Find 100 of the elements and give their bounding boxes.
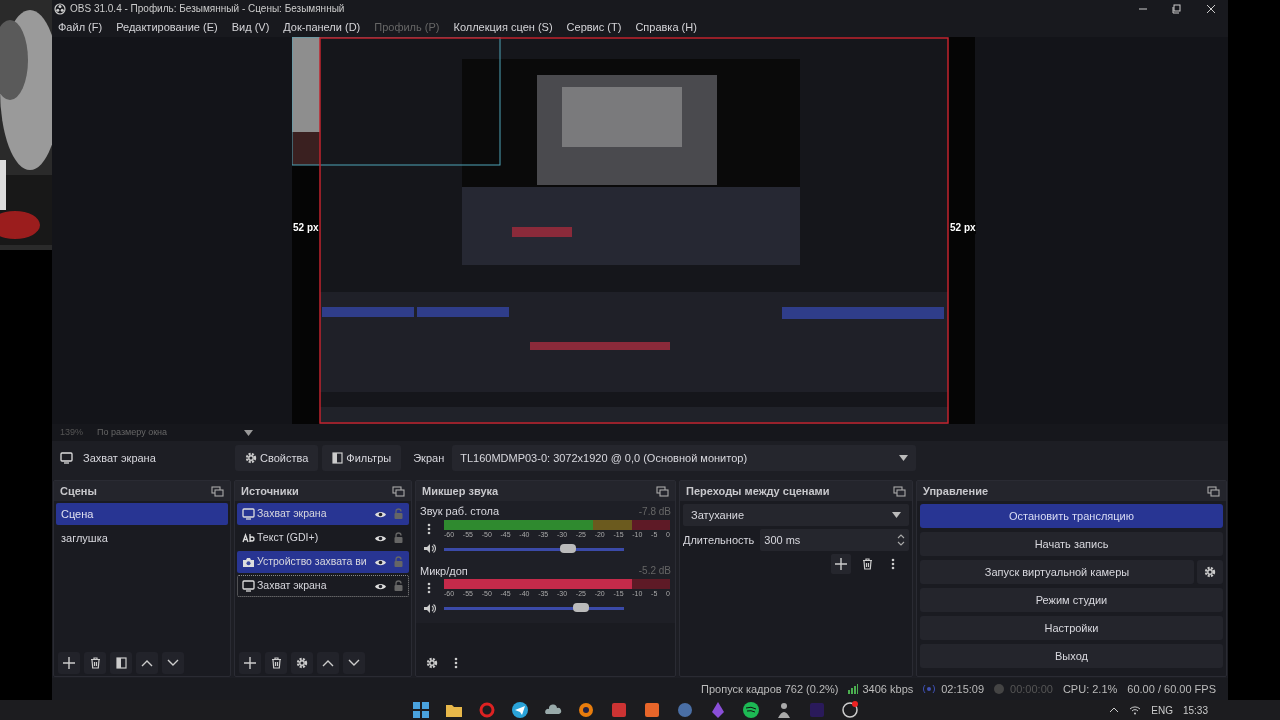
clock[interactable]: 15:33 <box>1182 702 1208 718</box>
menu-item[interactable]: Файл (F) <box>55 18 106 36</box>
source-item[interactable]: Устройство захвата ви <box>237 551 409 573</box>
down-button[interactable] <box>162 652 184 674</box>
taskbar-app-button[interactable] <box>511 701 529 719</box>
eye-icon <box>374 533 387 543</box>
plus-button[interactable] <box>831 554 851 574</box>
undock-icon <box>656 485 669 497</box>
undock-button[interactable] <box>656 485 669 497</box>
lock-icon <box>393 532 404 544</box>
gear-icon <box>296 657 308 669</box>
control-button[interactable]: Выход <box>920 644 1223 668</box>
virtual-camera-settings-button[interactable] <box>1197 560 1223 584</box>
undock-button[interactable] <box>211 485 224 497</box>
menu-item[interactable]: Коллекция сцен (S) <box>450 18 556 36</box>
stepper-icon <box>897 533 905 547</box>
gear-icon <box>1204 566 1216 578</box>
properties-button[interactable]: Свойства <box>235 445 319 471</box>
more-icon <box>427 522 431 535</box>
camera-icon <box>242 556 255 568</box>
chevron-up-icon <box>141 659 153 667</box>
control-button[interactable]: Режим студии <box>920 588 1223 612</box>
source-item[interactable]: Захват экрана <box>237 503 409 525</box>
control-button[interactable]: Остановить трансляцию <box>920 504 1223 528</box>
source-item[interactable]: Текст (GDI+) <box>237 527 409 549</box>
trash-button[interactable] <box>84 652 106 674</box>
menu-item[interactable]: Док-панели (D) <box>280 18 364 36</box>
transition-dropdown[interactable]: Затухание <box>683 504 909 526</box>
more-icon <box>427 582 431 594</box>
channel-reading: -7.8 dB <box>638 504 671 519</box>
taskbar-app-button[interactable] <box>742 701 760 719</box>
down-button[interactable] <box>343 652 365 674</box>
filter-button[interactable] <box>110 652 132 674</box>
speaker-icon <box>422 543 436 554</box>
paper-plane-icon <box>511 701 529 719</box>
control-button[interactable]: Настройки <box>920 616 1223 640</box>
lock-icon <box>393 508 404 520</box>
language-indicator[interactable]: ENG <box>1151 702 1173 718</box>
music-app-icon <box>742 701 760 719</box>
zoom-level: 139% <box>60 425 84 439</box>
caret-icon <box>899 455 909 461</box>
volume-slider[interactable] <box>444 542 624 555</box>
taskbar-app-button[interactable] <box>412 701 430 719</box>
speaker-icon <box>422 602 436 614</box>
caret-icon <box>244 429 254 436</box>
broadcast-icon <box>923 684 936 694</box>
chevron-down-icon <box>348 659 360 667</box>
app-icon <box>808 701 826 719</box>
dock-title: Сцены <box>60 483 97 499</box>
undock-icon <box>392 485 405 497</box>
scene-item[interactable]: заглушка <box>56 527 228 549</box>
monitor-icon <box>60 452 73 464</box>
app-icon <box>610 701 628 719</box>
display-dropdown[interactable]: TL160MDMP03-0: 3072x1920 @ 0,0 (Основной монитор) <box>452 445 917 471</box>
cpu-usage: CPU: 2.1% <box>1062 681 1118 697</box>
undock-button[interactable] <box>392 485 405 497</box>
taskbar-app-button[interactable] <box>577 701 595 719</box>
plus-button[interactable] <box>58 652 80 674</box>
channel-name: Звук раб. стола <box>420 504 500 519</box>
dock-title: Управление <box>923 483 988 499</box>
taskbar-app-button[interactable] <box>775 701 793 719</box>
eye-icon <box>374 509 387 519</box>
trash-button[interactable] <box>265 652 287 674</box>
plus-button[interactable] <box>239 652 261 674</box>
eye-icon <box>374 557 387 567</box>
up-button[interactable] <box>136 652 158 674</box>
stream-time: 02:15:09 <box>941 681 985 697</box>
menu-item[interactable]: Справка (H) <box>632 18 700 36</box>
slider-thumb[interactable] <box>572 603 589 612</box>
control-button[interactable]: Начать запись <box>920 532 1223 556</box>
trash-icon <box>270 657 282 669</box>
menu-item[interactable]: Редактирование (E) <box>113 18 221 36</box>
menu-item[interactable]: Сервис (T) <box>563 18 625 36</box>
size-label: 52 px <box>293 222 319 234</box>
eye-icon <box>374 581 387 591</box>
duration-field[interactable]: 300 ms <box>760 529 909 551</box>
source-name: Захват экрана <box>83 450 157 466</box>
signal-icon <box>848 684 859 694</box>
scene-item[interactable]: Сцена <box>56 503 228 525</box>
up-button[interactable] <box>317 652 339 674</box>
undock-button[interactable] <box>1207 485 1220 497</box>
undock-button[interactable] <box>893 485 906 497</box>
volume-slider[interactable] <box>444 602 624 614</box>
caret-icon <box>892 512 901 518</box>
dock-title: Источники <box>241 483 299 499</box>
field-label: Экран <box>413 450 445 466</box>
wifi-icon <box>1129 705 1142 715</box>
monitor-icon <box>242 508 255 520</box>
filters-button[interactable]: Фильтры <box>322 445 402 471</box>
control-button[interactable]: Запуск виртуальной камеры <box>920 560 1194 584</box>
gears-icon <box>426 657 438 669</box>
app-icon <box>643 701 661 719</box>
gear-button[interactable] <box>291 652 313 674</box>
gear-icon <box>245 452 257 464</box>
menu-item[interactable]: Вид (V) <box>228 18 273 36</box>
ring-icon <box>478 701 496 719</box>
monitor-icon <box>242 580 255 592</box>
undock-icon <box>1207 485 1220 497</box>
slider-thumb[interactable] <box>560 543 577 553</box>
app-icon <box>577 701 595 719</box>
